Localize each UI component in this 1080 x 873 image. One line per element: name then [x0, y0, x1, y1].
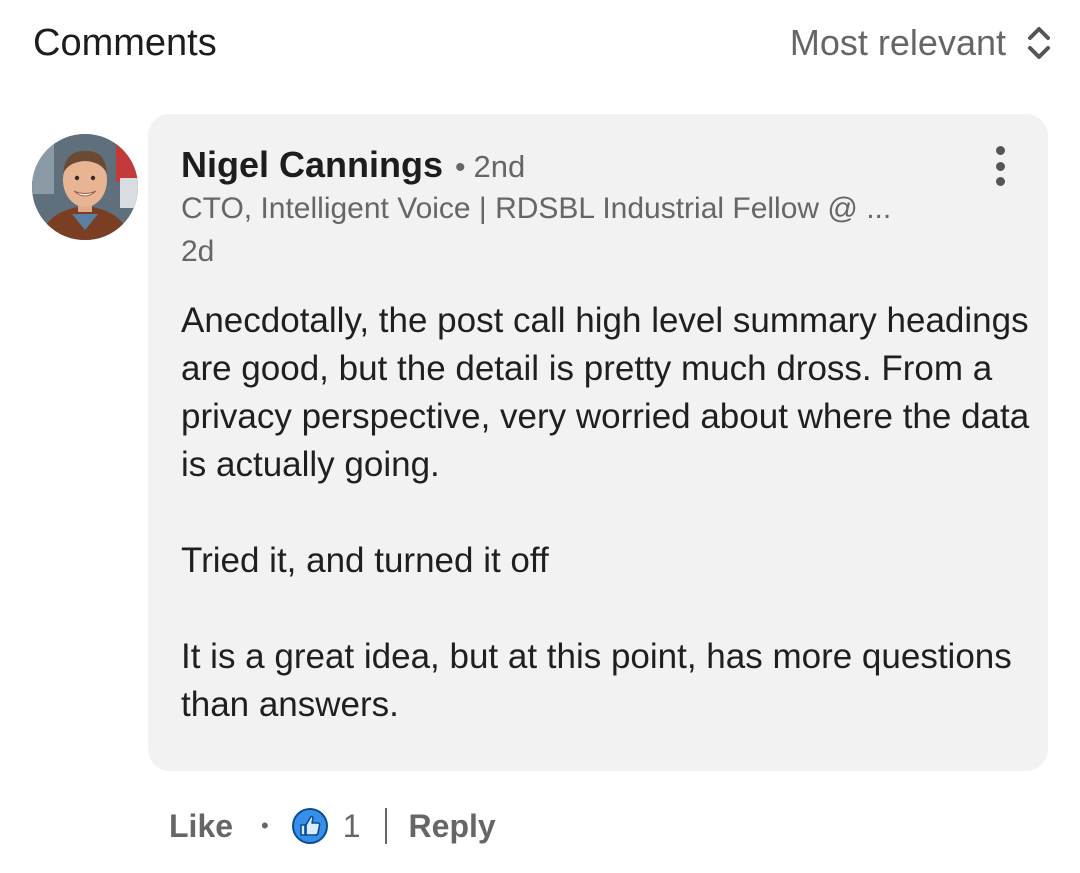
- actions-separator: •: [261, 813, 269, 838]
- author-separator: •: [455, 151, 466, 184]
- connection-degree: 2nd: [473, 149, 526, 184]
- more-dot: [995, 146, 1005, 155]
- sort-chevrons-icon: [1028, 27, 1050, 59]
- comment-actions: Like • 1 Reply: [169, 806, 496, 846]
- comment-paragraph: Tried it, and turned it off: [181, 541, 549, 580]
- avatar-image: [32, 134, 138, 240]
- comment-body: Anecdotally, the post call high level su…: [181, 297, 1031, 729]
- like-button[interactable]: Like: [169, 808, 233, 845]
- author-headline: CTO, Intelligent Voice | RDSBL Industria…: [181, 192, 892, 225]
- more-dot: [995, 161, 1005, 171]
- actions-divider: [384, 808, 387, 844]
- author-line: Nigel Cannings • 2nd: [181, 144, 525, 186]
- author-name[interactable]: Nigel Cannings: [181, 144, 443, 186]
- more-options-button[interactable]: [992, 146, 1008, 186]
- sort-dropdown[interactable]: Most relevant: [790, 22, 1054, 64]
- reply-button[interactable]: Reply: [409, 808, 496, 845]
- author-avatar[interactable]: [32, 134, 138, 240]
- comment-bubble: Nigel Cannings • 2nd CTO, Intelligent Vo…: [148, 114, 1048, 771]
- more-dot: [995, 177, 1005, 186]
- comment-paragraph: It is a great idea, but at this point, h…: [181, 637, 1012, 724]
- comment-timestamp: 2d: [181, 235, 215, 268]
- like-reaction-icon[interactable]: [291, 807, 329, 845]
- comments-title: Comments: [33, 22, 217, 64]
- comment-paragraph: Anecdotally, the post call high level su…: [181, 301, 1030, 484]
- reaction-count[interactable]: 1: [343, 808, 361, 845]
- sort-label: Most relevant: [789, 22, 1006, 63]
- comments-header: Comments Most relevant: [0, 0, 1080, 95]
